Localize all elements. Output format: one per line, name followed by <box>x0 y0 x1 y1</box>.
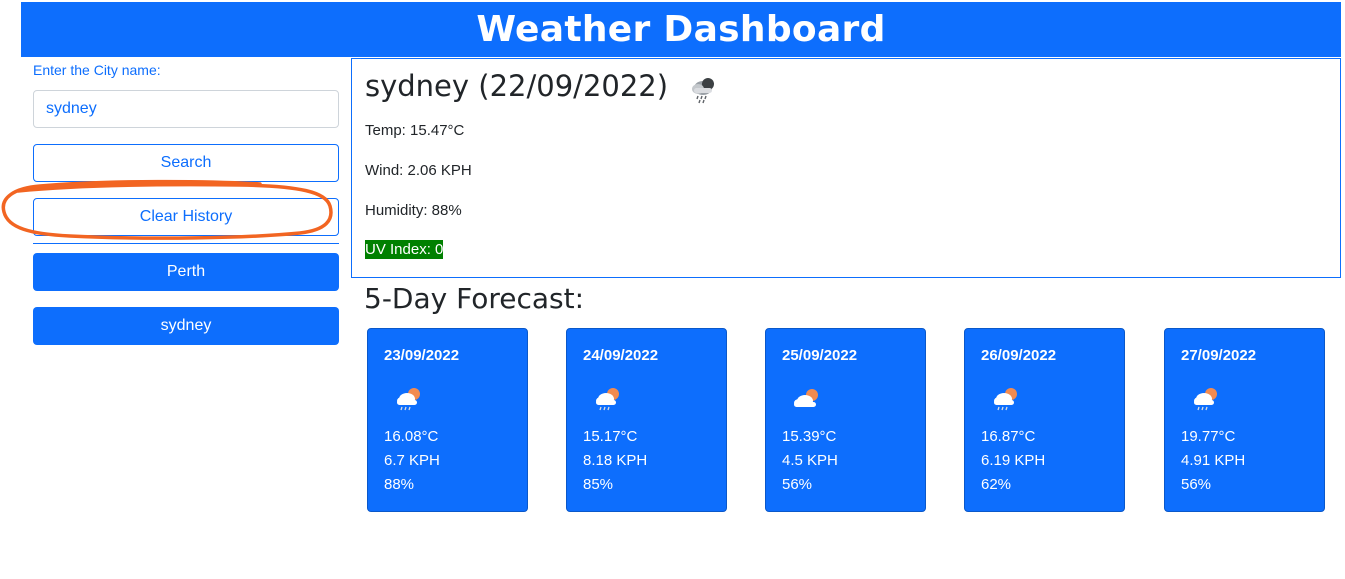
uv-index-badge: UV Index: 0 <box>365 240 444 259</box>
forecast-humidity: 85% <box>583 476 614 493</box>
sun-rain-cloud-icon <box>596 388 619 411</box>
city-search-input[interactable] <box>33 90 339 128</box>
forecast-date: 26/09/2022 <box>981 347 1057 364</box>
app-header: Weather Dashboard <box>21 2 1341 57</box>
sun-rain-cloud-icon <box>994 388 1017 411</box>
history-item-sydney[interactable]: sydney <box>33 307 339 345</box>
forecast-date: 25/09/2022 <box>782 347 858 364</box>
forecast-card: 23/09/2022 16.08°C 6.7 KPH 88% <box>367 328 528 512</box>
history-item-perth[interactable]: Perth <box>33 253 339 291</box>
forecast-row: 23/09/2022 16.08°C 6.7 KPH 88% 24/09/202… <box>367 328 1325 512</box>
forecast-temp: 16.08°C <box>384 428 439 445</box>
forecast-card: 25/09/2022 15.39°C 4.5 KPH 56% <box>765 328 926 512</box>
rain-cloud-icon <box>692 78 715 104</box>
forecast-wind: 4.5 KPH <box>782 452 838 469</box>
forecast-date: 23/09/2022 <box>384 347 460 364</box>
weather-dashboard: Weather Dashboard Enter the City name: S… <box>0 0 1345 579</box>
forecast-date: 27/09/2022 <box>1181 347 1257 364</box>
search-button[interactable]: Search <box>33 144 339 182</box>
forecast-card: 24/09/2022 15.17°C 8.18 KPH 85% <box>566 328 727 512</box>
sun-rain-cloud-icon <box>1194 388 1217 411</box>
forecast-wind: 6.19 KPH <box>981 452 1046 469</box>
forecast-humidity: 88% <box>384 476 415 493</box>
forecast-temp: 16.87°C <box>981 428 1036 445</box>
current-weather-header: sydney (22/09/2022) <box>365 65 720 107</box>
forecast-temp: 15.39°C <box>782 428 837 445</box>
forecast-title: 5-Day Forecast: <box>364 282 585 315</box>
search-history-list: Perth sydney <box>33 253 339 361</box>
forecast-wind: 4.91 KPH <box>1181 452 1246 469</box>
current-weather-card: sydney (22/09/2022) Temp: 15.47°C Wind: … <box>351 58 1341 278</box>
current-temp: Temp: 15.47°C <box>365 122 465 139</box>
forecast-temp: 19.77°C <box>1181 428 1236 445</box>
forecast-temp: 15.17°C <box>583 428 638 445</box>
sidebar-divider <box>33 243 339 244</box>
forecast-card: 27/09/2022 19.77°C 4.91 KPH 56% <box>1164 328 1325 512</box>
page-title: Weather Dashboard <box>476 9 886 50</box>
forecast-wind: 8.18 KPH <box>583 452 648 469</box>
current-city-title: sydney (22/09/2022) <box>365 69 669 103</box>
city-input-label: Enter the City name: <box>33 62 161 78</box>
sun-rain-cloud-icon <box>397 388 420 411</box>
forecast-humidity: 56% <box>782 476 813 493</box>
forecast-card: 26/09/2022 16.87°C 6.19 KPH 62% <box>964 328 1125 512</box>
forecast-date: 24/09/2022 <box>583 347 659 364</box>
forecast-humidity: 56% <box>1181 476 1212 493</box>
sun-cloud-icon <box>794 389 818 407</box>
clear-history-button[interactable]: Clear History <box>33 198 339 236</box>
current-wind: Wind: 2.06 KPH <box>365 162 472 179</box>
current-humidity: Humidity: 88% <box>365 202 462 219</box>
forecast-wind: 6.7 KPH <box>384 452 440 469</box>
forecast-humidity: 62% <box>981 476 1012 493</box>
